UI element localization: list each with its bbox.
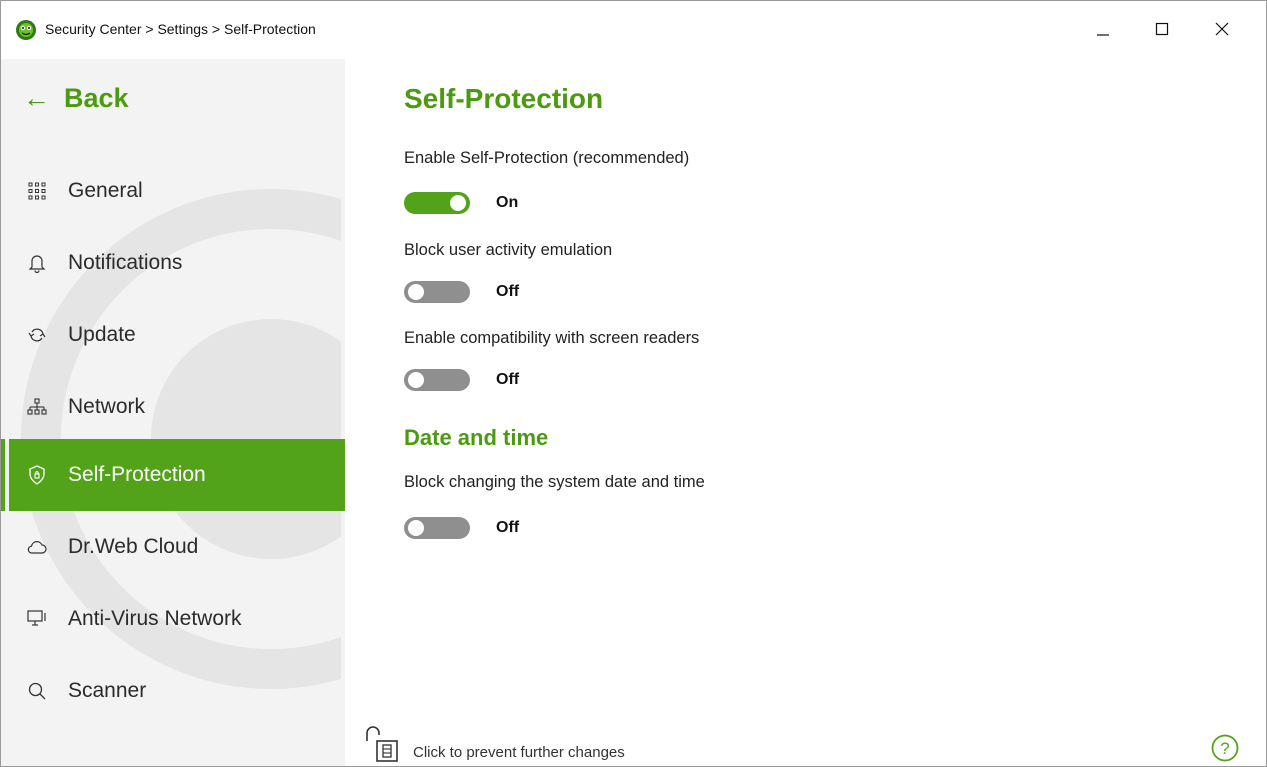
- toggle-switch[interactable]: [404, 369, 470, 391]
- cloud-icon: [26, 536, 48, 558]
- arrow-left-icon: ←: [23, 82, 50, 113]
- minimize-icon: [1097, 34, 1109, 36]
- maximize-icon: [1155, 22, 1169, 36]
- sidebar-item-label: Dr.Web Cloud: [68, 535, 199, 558]
- toggle-state-label: On: [496, 194, 519, 211]
- lock-settings-link[interactable]: Click to prevent further changes: [413, 744, 625, 761]
- setting-label-block-date-change: Block changing the system date and time: [404, 473, 705, 491]
- back-button[interactable]: ← Back: [23, 81, 129, 115]
- bell-icon: [26, 252, 48, 274]
- sidebar: ← Back General Notifications Update Netw…: [1, 59, 345, 766]
- maximize-button[interactable]: [1142, 11, 1182, 47]
- refresh-icon: [26, 324, 48, 346]
- setting-label-screen-readers: Enable compatibility with screen readers: [404, 329, 700, 347]
- main-panel: Self-Protection Enable Self-Protection (…: [345, 59, 1266, 766]
- close-icon: [1215, 22, 1229, 36]
- sidebar-item-notifications[interactable]: Notifications: [9, 227, 345, 299]
- unlocked-padlock-icon[interactable]: [363, 725, 399, 763]
- setting-label-self-protection: Enable Self-Protection (recommended): [404, 149, 690, 167]
- app-window: Security Center > Settings > Self-Protec…: [0, 0, 1267, 767]
- grid-icon: [26, 180, 48, 202]
- sidebar-item-drweb-cloud[interactable]: Dr.Web Cloud: [9, 511, 345, 583]
- toggle-switch[interactable]: [404, 192, 470, 214]
- date-time-section-title: Date and time: [404, 425, 549, 450]
- toggle-switch[interactable]: [404, 281, 470, 303]
- toggle-knob: [408, 372, 424, 388]
- network-icon: [26, 396, 48, 418]
- block-date-change-toggle[interactable]: Off: [404, 516, 519, 540]
- sidebar-item-network[interactable]: Network: [9, 371, 345, 443]
- toggle-knob: [408, 520, 424, 536]
- minimize-button[interactable]: [1083, 11, 1123, 47]
- toggle-switch[interactable]: [404, 517, 470, 539]
- monitor-icon: [26, 608, 48, 630]
- sidebar-item-update[interactable]: Update: [9, 299, 345, 371]
- shield-icon: [26, 464, 48, 486]
- sidebar-item-label: Network: [68, 395, 146, 418]
- search-icon: [26, 680, 48, 702]
- self-protection-toggle[interactable]: On: [404, 191, 518, 215]
- sidebar-item-label: Self-Protection: [68, 463, 206, 486]
- block-emulation-toggle[interactable]: Off: [404, 280, 519, 304]
- sidebar-item-general[interactable]: General: [9, 155, 345, 227]
- active-item-marker: [1, 439, 5, 511]
- sidebar-item-label: Scanner: [68, 679, 147, 702]
- setting-label-block-emulation: Block user activity emulation: [404, 241, 613, 259]
- toggle-knob: [450, 195, 466, 211]
- page-title: Self-Protection: [404, 83, 604, 114]
- toggle-state-label: Off: [496, 519, 520, 536]
- close-button[interactable]: [1202, 11, 1242, 47]
- toggle-state-label: Off: [496, 283, 520, 300]
- window-title: Security Center > Settings > Self-Protec…: [45, 21, 316, 37]
- toggle-state-label: Off: [496, 371, 520, 388]
- help-label: ?: [1220, 739, 1229, 758]
- back-label: Back: [64, 82, 129, 113]
- sidebar-item-self-protection[interactable]: Self-Protection: [9, 439, 345, 511]
- screen-readers-toggle[interactable]: Off: [404, 368, 519, 392]
- sidebar-item-scanner[interactable]: Scanner: [9, 655, 345, 727]
- help-icon[interactable]: ?: [1211, 734, 1239, 762]
- drweb-spider-icon: [16, 20, 36, 40]
- sidebar-item-anti-virus-network[interactable]: Anti-Virus Network: [9, 583, 345, 655]
- sidebar-item-label: Anti-Virus Network: [68, 607, 242, 630]
- toggle-knob: [408, 284, 424, 300]
- sidebar-item-label: Update: [68, 323, 136, 346]
- sidebar-item-label: General: [68, 179, 143, 202]
- title-bar: Security Center > Settings > Self-Protec…: [1, 1, 1266, 59]
- sidebar-item-label: Notifications: [68, 251, 183, 274]
